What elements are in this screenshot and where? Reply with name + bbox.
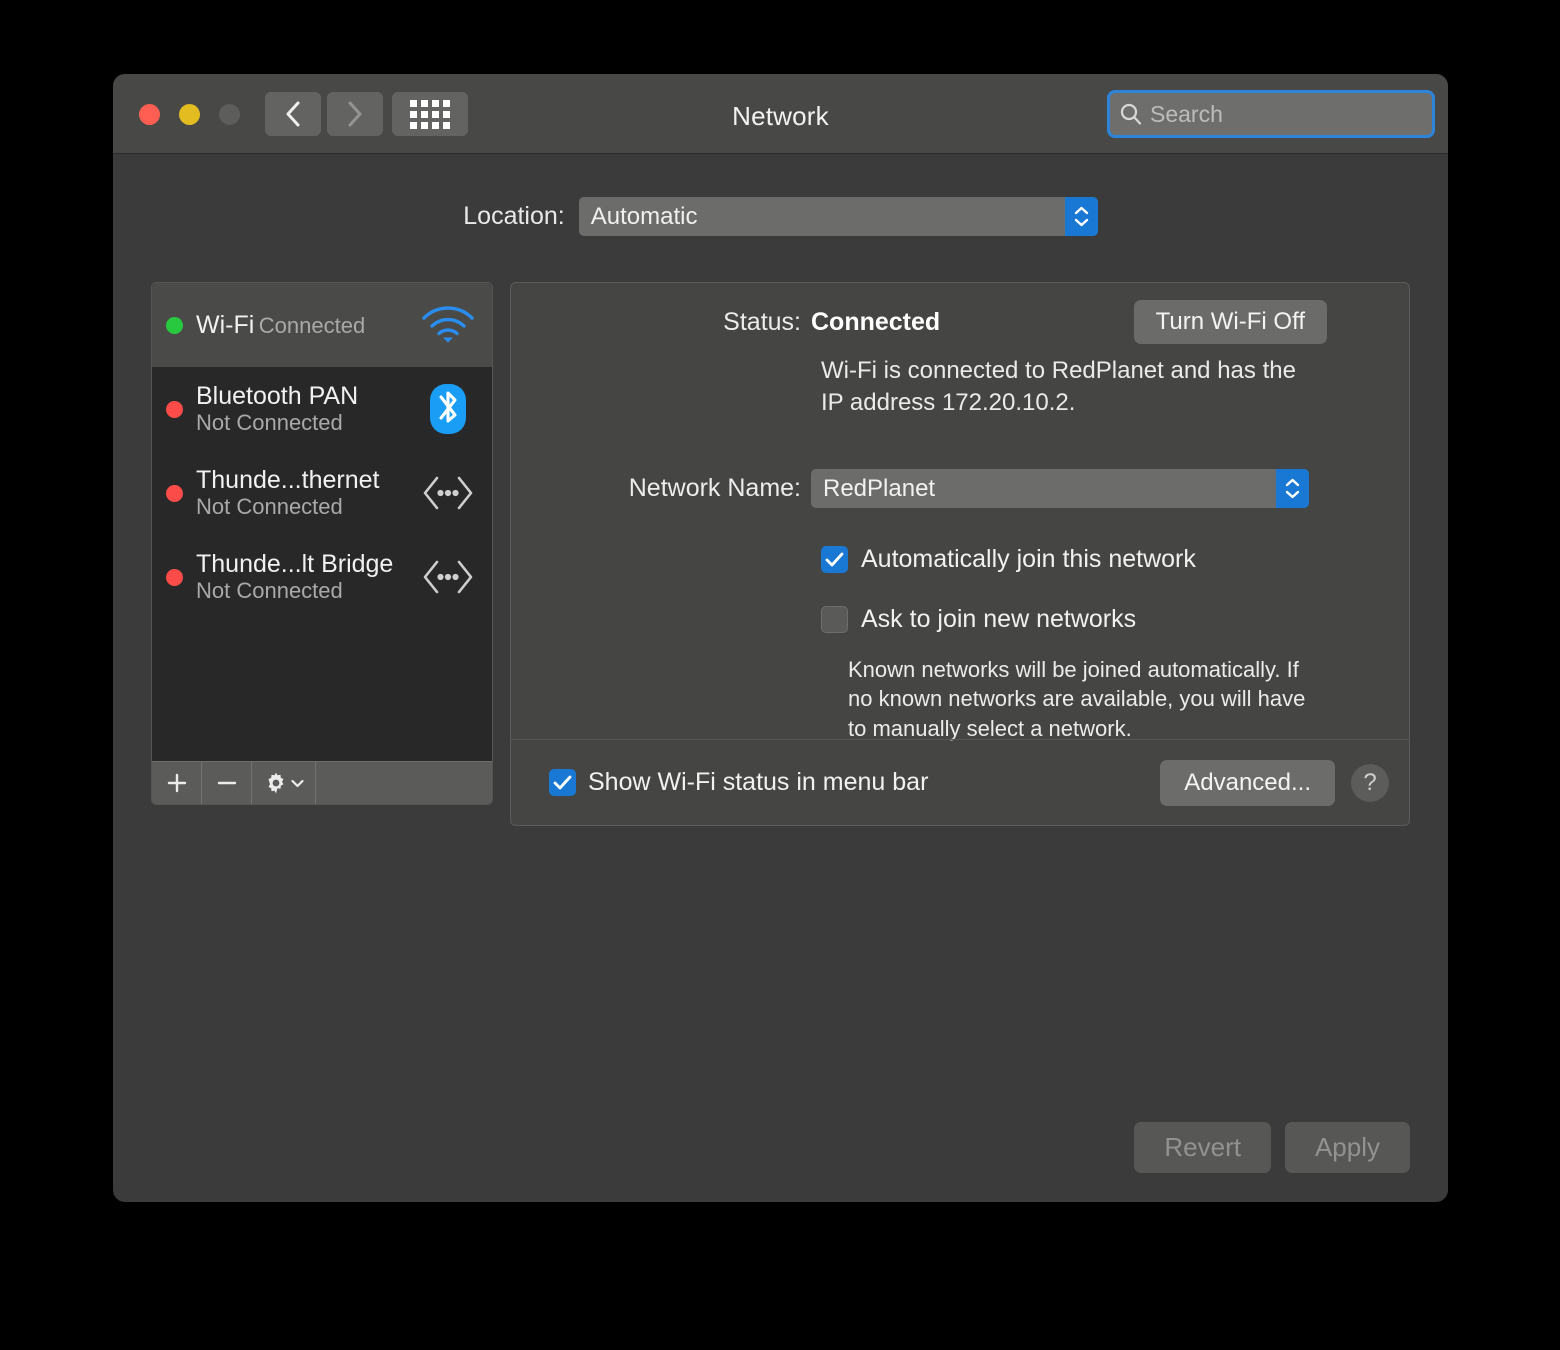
service-name: Thunde...lt Bridge bbox=[196, 549, 394, 578]
ask-join-checkbox-row[interactable]: Ask to join new networks bbox=[821, 605, 1136, 634]
network-preferences-window: Network Location: Automatic bbox=[113, 74, 1448, 1202]
service-status: Not Connected bbox=[196, 493, 343, 519]
menu-bar-checkbox-row[interactable]: Show Wi-Fi status in menu bar bbox=[549, 768, 1160, 797]
join-hint-text: Known networks will be joined automatica… bbox=[848, 657, 1306, 741]
sidebar-item-thunderbolt-ethernet[interactable]: Thunde...thernet Not Connected bbox=[152, 451, 492, 535]
stepper-arrows-icon bbox=[1064, 197, 1098, 236]
status-row: Status: Connected Turn Wi-Fi Off bbox=[511, 300, 1409, 344]
help-button[interactable]: ? bbox=[1351, 763, 1389, 802]
service-actions-button[interactable] bbox=[252, 762, 316, 804]
service-status: Not Connected bbox=[196, 577, 343, 603]
add-service-button[interactable] bbox=[152, 762, 202, 804]
sidebar-toolbar bbox=[152, 761, 492, 804]
gear-icon bbox=[268, 772, 283, 794]
status-label: Status: bbox=[723, 308, 801, 336]
network-name-row: Network Name: RedPlanet bbox=[511, 469, 1409, 508]
sidebar-item-bluetooth-pan[interactable]: Bluetooth PAN Not Connected bbox=[152, 367, 492, 451]
status-dot-red bbox=[166, 568, 183, 586]
service-name: Thunde...thernet bbox=[196, 465, 380, 494]
auto-join-checkbox-row[interactable]: Automatically join this network bbox=[821, 545, 1196, 574]
status-dot-red bbox=[166, 484, 183, 502]
window-content: Location: Automatic Wi-Fi Connected Blue… bbox=[113, 154, 1448, 1201]
form-actions: Revert Apply bbox=[1134, 1122, 1410, 1173]
thunderbolt-icon bbox=[418, 557, 478, 597]
panel-footer: Show Wi-Fi status in menu bar Advanced..… bbox=[511, 739, 1409, 825]
revert-button[interactable]: Revert bbox=[1134, 1122, 1271, 1173]
minus-icon bbox=[217, 781, 236, 785]
search-icon bbox=[1120, 103, 1142, 125]
apply-button[interactable]: Apply bbox=[1284, 1122, 1410, 1173]
checkmark-icon bbox=[825, 552, 844, 567]
menu-bar-label: Show Wi-Fi status in menu bar bbox=[588, 768, 929, 796]
status-description: Wi-Fi is connected to RedPlanet and has … bbox=[821, 357, 1296, 416]
service-list: Wi-Fi Connected Bluetooth PAN Not Connec… bbox=[152, 283, 492, 761]
stepper-arrows-icon bbox=[1276, 469, 1309, 508]
plus-icon bbox=[167, 773, 186, 793]
search-input[interactable] bbox=[1150, 100, 1422, 128]
service-name: Bluetooth PAN bbox=[196, 381, 359, 410]
network-name-label: Network Name: bbox=[628, 474, 801, 502]
menu-bar-checkbox[interactable] bbox=[549, 769, 576, 796]
checkmark-icon bbox=[553, 775, 572, 790]
location-dropdown[interactable]: Automatic bbox=[578, 197, 1098, 236]
service-name: Wi-Fi bbox=[196, 310, 255, 339]
auto-join-checkbox[interactable] bbox=[821, 546, 848, 573]
service-status: Not Connected bbox=[196, 409, 343, 435]
network-name-dropdown[interactable]: RedPlanet bbox=[811, 469, 1309, 508]
service-status: Connected bbox=[258, 312, 366, 338]
status-dot-red bbox=[166, 400, 183, 418]
status-dot-green bbox=[166, 316, 183, 334]
wifi-icon bbox=[418, 304, 478, 346]
network-name-value: RedPlanet bbox=[823, 474, 936, 502]
remove-service-button[interactable] bbox=[202, 762, 252, 804]
status-value: Connected bbox=[811, 308, 941, 336]
search-field[interactable] bbox=[1107, 90, 1435, 138]
ask-join-label: Ask to join new networks bbox=[861, 605, 1137, 633]
sidebar-item-thunderbolt-bridge[interactable]: Thunde...lt Bridge Not Connected bbox=[152, 535, 492, 619]
location-label: Location: bbox=[463, 202, 565, 230]
location-value: Automatic bbox=[590, 202, 698, 230]
service-list-sidebar: Wi-Fi Connected Bluetooth PAN Not Connec… bbox=[151, 282, 493, 805]
sidebar-item-wifi[interactable]: Wi-Fi Connected bbox=[152, 283, 492, 367]
auto-join-label: Automatically join this network bbox=[861, 545, 1196, 573]
ask-join-checkbox[interactable] bbox=[821, 606, 848, 633]
turn-wifi-off-button[interactable]: Turn Wi-Fi Off bbox=[1133, 300, 1327, 344]
bluetooth-icon bbox=[418, 383, 478, 435]
sidebar-toolbar-filler bbox=[316, 762, 492, 804]
chevron-down-icon bbox=[290, 779, 304, 787]
thunderbolt-icon bbox=[418, 473, 478, 513]
wifi-settings-panel: Status: Connected Turn Wi-Fi Off Wi-Fi i… bbox=[510, 282, 1410, 826]
location-row: Location: Automatic bbox=[113, 197, 1448, 236]
title-bar: Network bbox=[113, 74, 1448, 154]
advanced-button[interactable]: Advanced... bbox=[1160, 759, 1335, 806]
